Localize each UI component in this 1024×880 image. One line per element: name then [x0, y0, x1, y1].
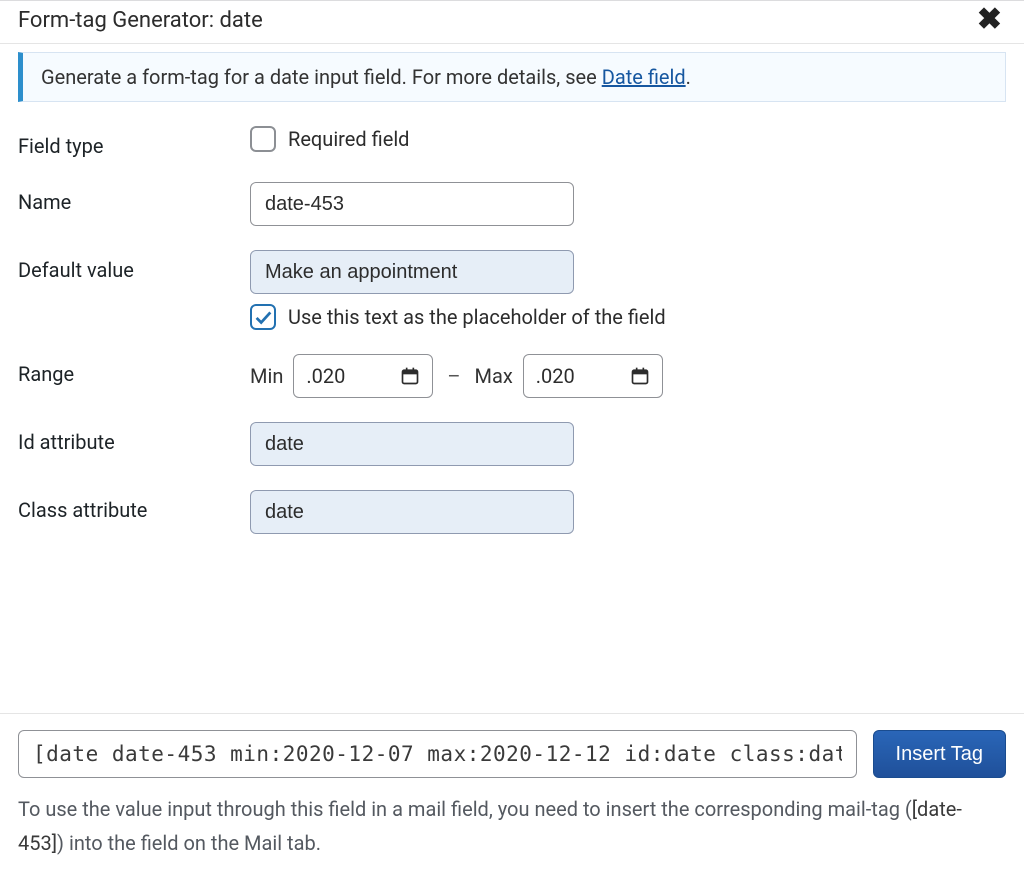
- label-range: Range: [18, 354, 250, 386]
- required-field-checkbox[interactable]: [250, 126, 276, 152]
- form-tag-generator-dialog: Form-tag Generator: date ✖ Generate a fo…: [0, 0, 1024, 880]
- name-input[interactable]: [250, 182, 574, 226]
- calendar-icon: [400, 366, 420, 386]
- calendar-icon: [630, 366, 650, 386]
- range-max-value: .020: [536, 364, 575, 388]
- range-min-label: Min: [250, 364, 283, 388]
- row-class-attr: Class attribute: [18, 490, 1006, 534]
- class-attr-input[interactable]: [250, 490, 574, 534]
- required-field-label: Required field: [288, 127, 409, 151]
- date-field-link[interactable]: Date field: [602, 65, 686, 89]
- notice-text: Generate a form-tag for a date input fie…: [41, 65, 602, 89]
- row-field-type: Field type Required field: [18, 126, 1006, 158]
- range-min-value: .020: [306, 364, 345, 388]
- notice-text-after: .: [686, 65, 691, 89]
- mail-tag-hint: To use the value input through this fiel…: [18, 792, 1006, 860]
- hint-before: To use the value input through this fiel…: [18, 797, 912, 821]
- label-field-type: Field type: [18, 126, 250, 158]
- dialog-title: Form-tag Generator: date: [18, 8, 263, 33]
- row-id-attr: Id attribute: [18, 422, 1006, 466]
- label-class-attr: Class attribute: [18, 490, 250, 522]
- range-min-input[interactable]: .020: [293, 354, 433, 398]
- placeholder-checkbox[interactable]: [250, 304, 276, 330]
- info-notice: Generate a form-tag for a date input fie…: [18, 52, 1006, 102]
- label-name: Name: [18, 182, 250, 214]
- range-max-label: Max: [475, 364, 513, 388]
- default-value-input[interactable]: [250, 250, 574, 294]
- placeholder-checkbox-label: Use this text as the placeholder of the …: [288, 305, 666, 329]
- close-icon[interactable]: ✖: [973, 5, 1006, 35]
- row-name: Name: [18, 182, 1006, 226]
- dialog-content: Generate a form-tag for a date input fie…: [0, 44, 1024, 713]
- insert-tag-button[interactable]: Insert Tag: [873, 730, 1006, 778]
- label-default-value: Default value: [18, 250, 250, 282]
- range-separator: –: [447, 364, 460, 388]
- form-area: Field type Required field Name D: [18, 126, 1006, 558]
- row-default-value: Default value Use this text as the place…: [18, 250, 1006, 330]
- label-id-attr: Id attribute: [18, 422, 250, 454]
- id-attr-input[interactable]: [250, 422, 574, 466]
- range-max-input[interactable]: .020: [523, 354, 663, 398]
- dialog-titlebar: Form-tag Generator: date ✖: [0, 1, 1024, 44]
- generated-tag-output[interactable]: [18, 730, 857, 778]
- dialog-footer: Insert Tag To use the value input throug…: [0, 713, 1024, 880]
- hint-after: ) into the field on the Mail tab.: [57, 831, 321, 855]
- row-range: Range Min .020 – Max .020: [18, 354, 1006, 398]
